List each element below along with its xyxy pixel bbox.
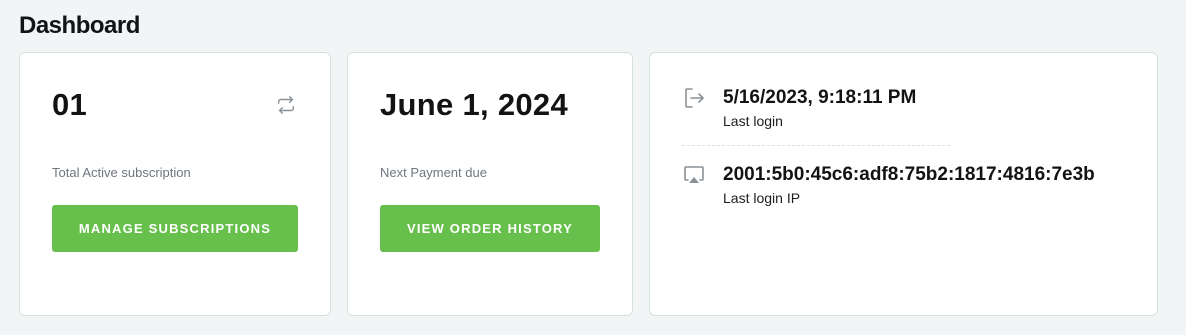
next-payment-caption: Next Payment due [380,165,487,180]
manage-subscriptions-button[interactable]: MANAGE SUBSCRIPTIONS [52,205,298,252]
sign-out-icon [685,88,704,108]
screen-cast-icon [684,166,704,183]
refresh-icon[interactable] [275,94,297,116]
last-login-label: Last login [723,113,783,129]
dashboard-page: Dashboard 01 Total Active subscription M… [0,0,1186,335]
subscriptions-card: 01 Total Active subscription MANAGE SUBS… [19,52,331,316]
divider [682,145,950,146]
active-subscriptions-count: 01 [52,87,88,122]
active-subscriptions-caption: Total Active subscription [52,165,191,180]
payment-card: June 1, 2024 Next Payment due VIEW ORDER… [347,52,633,316]
page-title: Dashboard [19,12,140,39]
login-info-card: 5/16/2023, 9:18:11 PM Last login 2001:5b… [649,52,1158,316]
last-login-ip-value: 2001:5b0:45c6:adf8:75b2:1817:4816:7e3b [723,164,1095,185]
view-order-history-button[interactable]: VIEW ORDER HISTORY [380,205,600,252]
next-payment-date: June 1, 2024 [380,87,568,122]
last-login-ip-label: Last login IP [723,190,801,206]
last-login-value: 5/16/2023, 9:18:11 PM [723,87,917,108]
